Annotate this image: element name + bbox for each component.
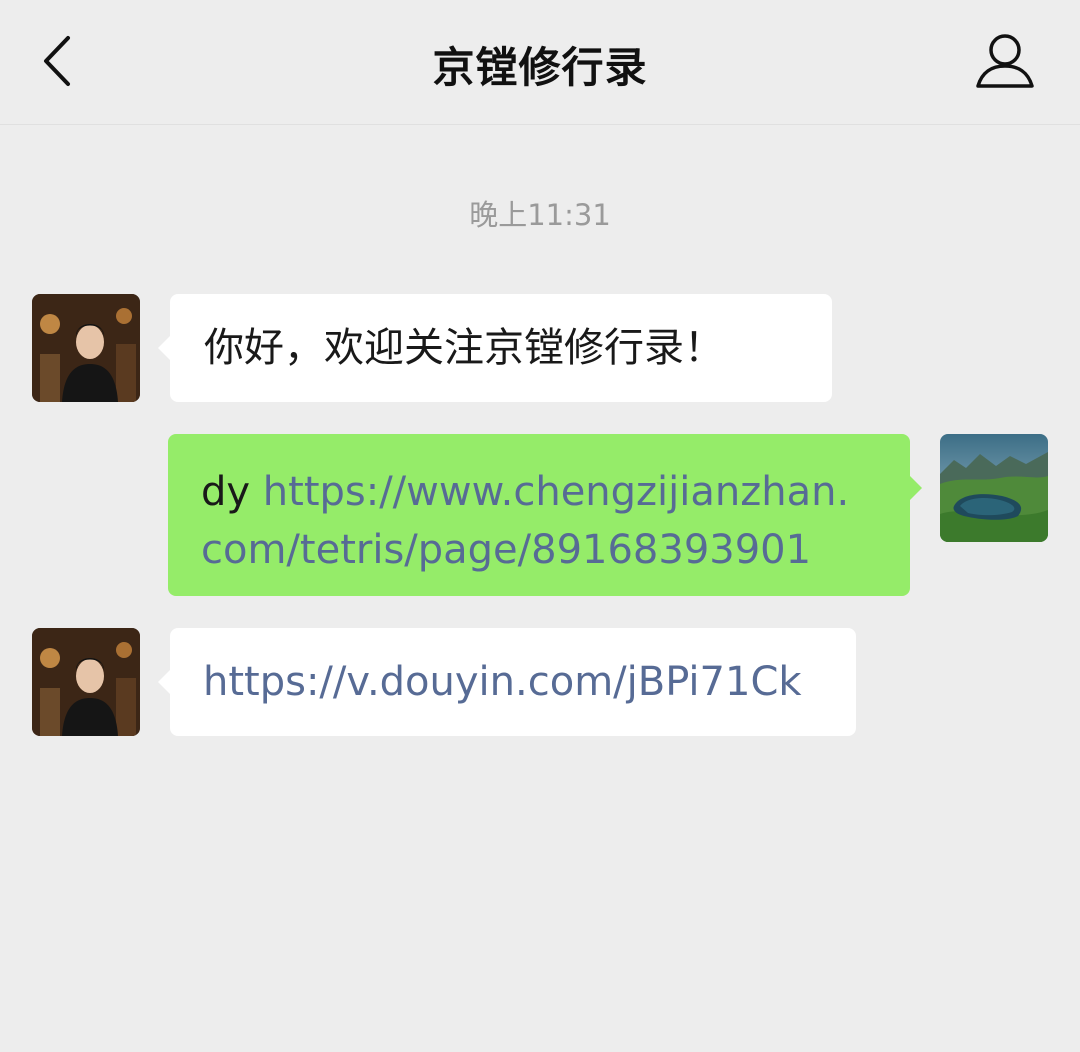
message-link-part1[interactable]: https://www.chengzijianzhan. [263,469,849,515]
message-link[interactable]: https://v.douyin.com/jBPi71Ck [203,659,802,705]
message-link-part2[interactable]: com/tetris/page/89168393901 [201,527,811,573]
message-bubble-outgoing[interactable]: dy https://www.chengzijianzhan. com/tetr… [168,434,910,596]
bubble-tail [910,476,922,500]
chat-header: 京镗修行录 [0,0,1080,125]
message-text: 你好，欢迎关注京镗修行录！ [204,325,724,371]
message-prefix: dy [201,469,263,515]
chat-title: 京镗修行录 [432,43,648,92]
message-timestamp: 晚上11:31 [469,198,611,232]
person-icon [976,34,1034,88]
message-bubble-incoming[interactable]: https://v.douyin.com/jBPi71Ck [170,628,856,736]
bubble-tail [158,670,170,694]
contact-avatar[interactable] [32,628,140,736]
my-avatar[interactable] [940,434,1048,542]
contact-avatar[interactable] [32,294,140,402]
profile-button[interactable] [972,30,1038,92]
message-bubble-incoming[interactable]: 你好，欢迎关注京镗修行录！ [170,294,832,402]
bubble-tail [158,336,170,360]
